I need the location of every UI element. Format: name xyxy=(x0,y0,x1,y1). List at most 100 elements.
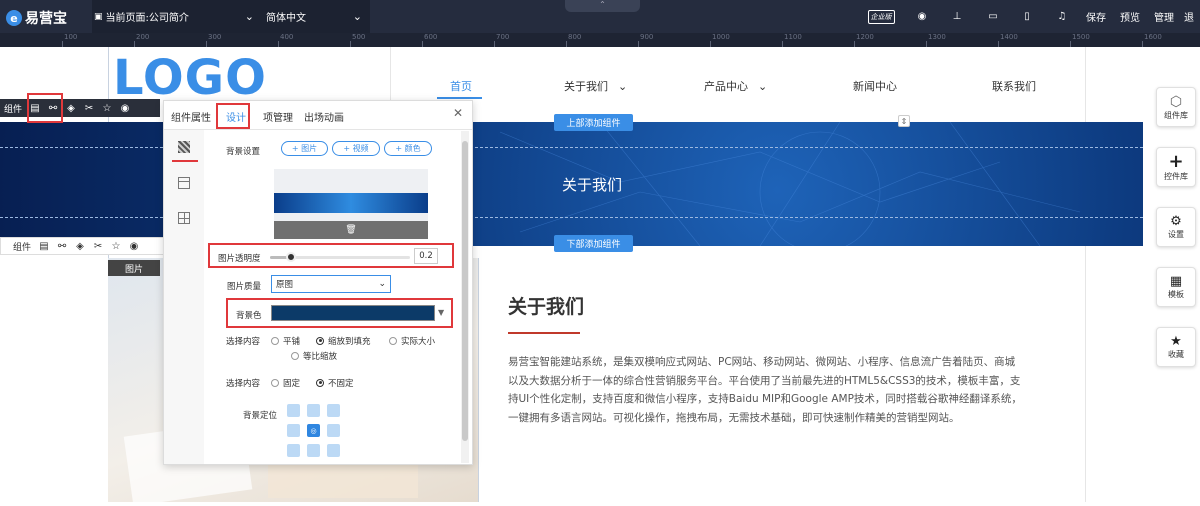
chevron-down-icon: ⌄ xyxy=(244,10,254,23)
eye-icon[interactable]: ◉ xyxy=(909,0,935,33)
tab-entry-animation[interactable]: 出场动画 xyxy=(304,109,344,124)
opacity-label: 图片透明度 xyxy=(218,254,261,264)
position-cell[interactable] xyxy=(307,404,320,417)
widget-library-button[interactable]: + 控件库 xyxy=(1156,147,1196,187)
tab-component-properties[interactable]: 组件属性 xyxy=(171,109,211,124)
trash-icon[interactable]: 🗑 xyxy=(274,221,428,239)
brand-name: 易营宝 xyxy=(25,11,67,27)
fixed-option-fixed[interactable]: 固定 xyxy=(271,377,300,389)
page-select[interactable]: ▣ 当前页面:公司简介 ⌄ xyxy=(92,0,262,33)
add-component-top-button[interactable]: 上部添加组件 xyxy=(554,114,633,131)
add-image-button[interactable]: + 图片 xyxy=(281,141,328,156)
section-body: 易营宝智能建站系统，是集双模响应式网站、PC网站、移动网站、微网站、小程序、信息… xyxy=(508,356,1022,424)
eye-icon[interactable]: ◉ xyxy=(125,241,143,252)
background-icon[interactable] xyxy=(178,141,190,153)
layers-icon[interactable]: ◈ xyxy=(62,103,80,114)
fill-option-cover[interactable]: 缩放到填充 xyxy=(316,335,371,347)
ruler-tick-label: 1100 xyxy=(784,33,802,41)
quality-label: 图片质量 xyxy=(227,282,262,292)
template-button[interactable]: ▦ 模板 xyxy=(1156,267,1196,307)
favorites-button[interactable]: ★ 收藏 xyxy=(1156,327,1196,367)
position-cell[interactable] xyxy=(307,444,320,457)
opacity-slider-track[interactable] xyxy=(270,252,410,262)
opacity-slider-handle[interactable] xyxy=(286,252,296,262)
tools-icon[interactable]: ✂ xyxy=(89,241,107,252)
chevron-up-icon: ⌃ xyxy=(599,0,606,9)
layout-icon[interactable] xyxy=(178,177,190,189)
position-cell[interactable] xyxy=(287,424,300,437)
grid-layout-icon[interactable] xyxy=(178,212,190,224)
component-toolbar-bottom: 组件 ▤ ⚯ ◈ ✂ ☆ ◉ xyxy=(0,237,165,255)
position-cell[interactable] xyxy=(287,404,300,417)
quality-select[interactable]: 原图 ⌄ xyxy=(271,275,391,293)
preview-button[interactable]: 预览 xyxy=(1115,0,1145,33)
sidebar-label: 模板 xyxy=(1168,290,1184,299)
component-library-button[interactable]: ⬡ 组件库 xyxy=(1156,87,1196,127)
fill-option-actual[interactable]: 实际大小 xyxy=(389,335,435,347)
ruler-tick-line xyxy=(422,41,423,47)
site-logo[interactable]: LOGO xyxy=(113,54,267,102)
eye-icon[interactable]: ◉ xyxy=(116,103,134,114)
ruler-tick-label: 500 xyxy=(352,33,366,41)
nav-item-home[interactable]: 首页 xyxy=(450,78,472,94)
scrollbar-thumb[interactable] xyxy=(462,141,468,441)
exit-button[interactable]: 退 xyxy=(1184,0,1200,33)
language-select[interactable]: 简体中文 ⌄ xyxy=(262,0,370,33)
bg-position-label: 背景定位 xyxy=(243,411,278,421)
collapse-handle[interactable]: ⌃ xyxy=(565,0,640,12)
bg-image-preview: 🗑 xyxy=(274,169,428,239)
language-label: 简体中文 xyxy=(266,13,306,24)
star-icon[interactable]: ☆ xyxy=(107,241,125,252)
chevron-down-icon: ⌄ xyxy=(352,10,362,23)
headset-icon[interactable]: ♫ xyxy=(1049,0,1075,33)
cube-icon: ⬡ xyxy=(1169,93,1183,110)
desktop-icon[interactable]: ▭ xyxy=(980,0,1006,33)
nav-item-products[interactable]: 产品中心 ⌄ xyxy=(704,78,767,94)
add-component-bottom-button[interactable]: 下部添加组件 xyxy=(554,235,633,252)
ruler-tick-line xyxy=(638,41,639,47)
position-cell[interactable] xyxy=(327,444,340,457)
chevron-down-icon: ⌄ xyxy=(378,279,386,289)
opacity-input[interactable]: 0.2 xyxy=(414,248,438,264)
mobile-icon[interactable]: ▯ xyxy=(1014,0,1040,33)
edit-icon[interactable]: ▤ xyxy=(35,241,53,252)
position-cell[interactable] xyxy=(327,404,340,417)
image-border xyxy=(478,258,479,502)
position-cell[interactable] xyxy=(327,424,340,437)
tab-item-management[interactable]: 项管理 xyxy=(263,109,293,124)
unlink-icon[interactable]: ⚯ xyxy=(53,241,71,252)
nav-item-about[interactable]: 关于我们 ⌄ xyxy=(564,78,627,94)
add-color-button[interactable]: + 颜色 xyxy=(384,141,432,156)
add-video-button[interactable]: + 视频 xyxy=(332,141,380,156)
bg-position-grid[interactable]: ◎ xyxy=(287,404,347,464)
align-icon[interactable]: ⊥ xyxy=(944,0,970,33)
toolbar-label: 组件 xyxy=(4,104,23,115)
resize-handle-icon[interactable]: ⇕ xyxy=(898,115,910,127)
close-icon[interactable]: ✕ xyxy=(453,106,463,120)
position-cell-selected[interactable]: ◎ xyxy=(307,424,320,437)
fill-option-tile[interactable]: 平铺 xyxy=(271,335,300,347)
bg-color-picker[interactable] xyxy=(271,305,435,321)
layers-icon[interactable]: ◈ xyxy=(71,241,89,252)
ruler-tick-label: 1600 xyxy=(1144,33,1162,41)
fixed-option-unfixed[interactable]: 不固定 xyxy=(316,377,354,389)
nav-item-news[interactable]: 新闻中心 xyxy=(853,78,897,94)
sidebar-label: 控件库 xyxy=(1164,171,1188,181)
panel-scrollbar[interactable] xyxy=(461,131,469,463)
manage-button[interactable]: 管理 xyxy=(1149,0,1179,33)
brand-icon: e xyxy=(6,10,22,26)
caret-down-icon[interactable]: ▼ xyxy=(438,308,444,317)
settings-button[interactable]: ⚙ 设置 xyxy=(1156,207,1196,247)
nav-item-contact[interactable]: 联系我们 xyxy=(992,78,1036,94)
ruler-tick-line xyxy=(566,41,567,47)
star-icon[interactable]: ☆ xyxy=(98,103,116,114)
fill-option-contain[interactable]: 等比缩放 xyxy=(291,350,337,362)
ruler-tick-label: 200 xyxy=(136,33,150,41)
tools-icon[interactable]: ✂ xyxy=(80,103,98,114)
position-cell[interactable] xyxy=(287,444,300,457)
grid-icon: ▦ xyxy=(1169,274,1183,289)
save-button[interactable]: 保存 xyxy=(1081,0,1111,33)
select-content-label: 选择内容 xyxy=(226,337,261,347)
brand-logo[interactable]: e 易营宝 xyxy=(6,8,67,28)
ruler-tick-label: 1500 xyxy=(1072,33,1090,41)
